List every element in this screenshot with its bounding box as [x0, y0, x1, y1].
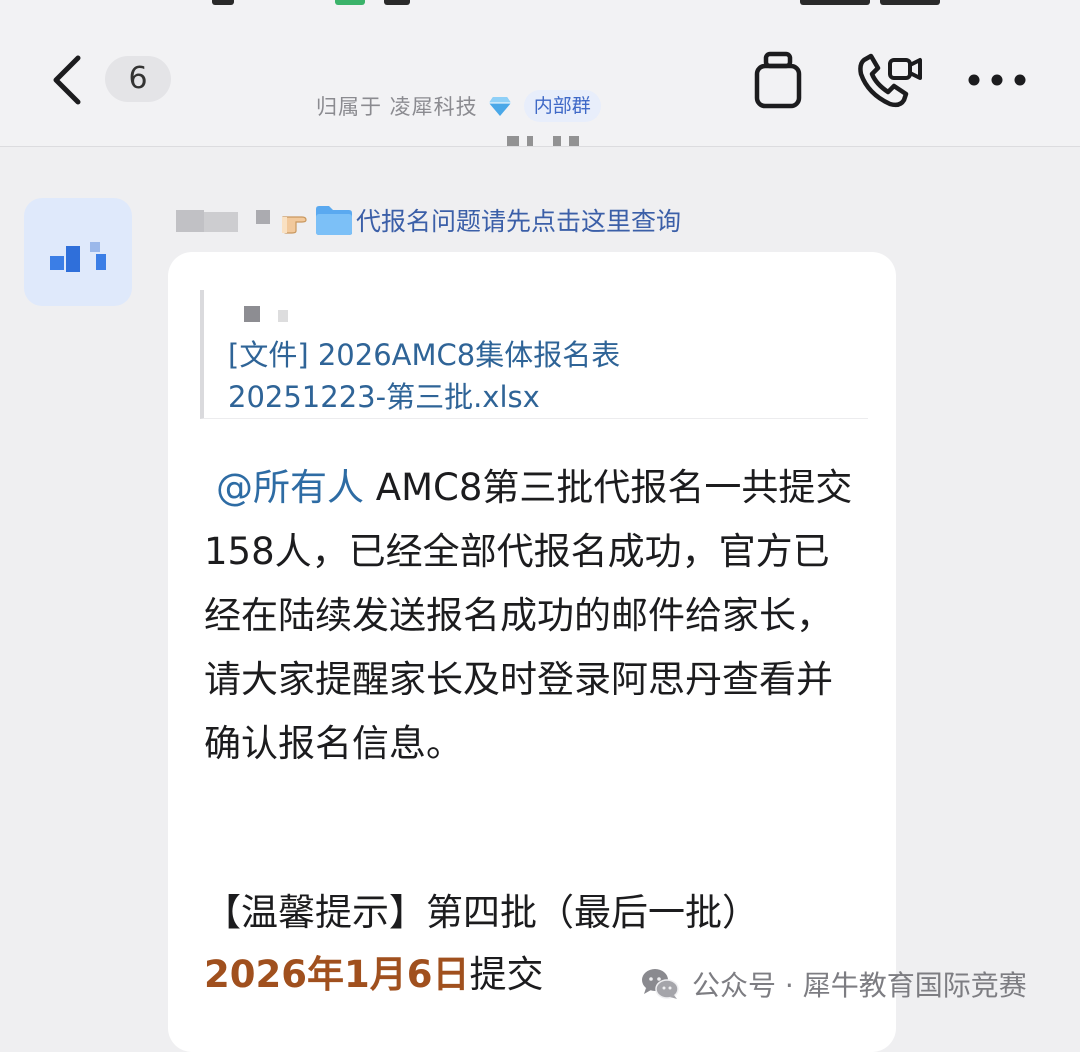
copy-button[interactable]: [752, 50, 804, 112]
unread-count-badge[interactable]: 6: [105, 56, 171, 102]
diamond-icon: [488, 97, 511, 116]
timestamp-obscured: [505, 136, 585, 148]
quoted-file-name: [文件] 2026AMC8集体报名表 20251223-第三批.xlsx: [228, 338, 621, 414]
call-button[interactable]: [854, 50, 924, 112]
message-body: @所有人 AMC8第三批代报名一共提交158人，已经全部代报名成功，官方已经在陆…: [204, 456, 864, 776]
mention-all[interactable]: @所有人: [216, 466, 364, 509]
chat-subtitle: 归属于 凌犀科技 内部群: [316, 88, 601, 124]
quoted-file-message[interactable]: [文件] 2026AMC8集体报名表 20251223-第三批.xlsx: [200, 290, 868, 419]
folder-icon: [316, 206, 352, 235]
sender-avatar[interactable]: [24, 198, 132, 306]
sender-name-obscured: [176, 200, 276, 240]
status-bar: [0, 0, 1080, 6]
more-horizontal-icon: [968, 74, 1026, 86]
watermark: 公众号 · 犀牛教育国际竞赛: [640, 958, 1027, 1010]
wechat-icon: [642, 969, 679, 999]
chat-header: 6 归属于 凌犀科技 内部群: [0, 0, 1080, 147]
watermark-text: 公众号 · 犀牛教育国际竞赛: [692, 969, 1027, 1002]
tip-date: 2026年1月6日: [204, 953, 470, 996]
back-button[interactable]: [40, 50, 96, 110]
sender-note-link[interactable]: 代报名问题请先点击这里查询: [356, 202, 681, 238]
org-label: 归属于 凌犀科技: [316, 95, 478, 119]
tip-suffix: 提交: [469, 953, 544, 996]
chat-title-obscured: [280, 42, 720, 84]
pointing-hand-icon: [282, 216, 307, 234]
quote-author-obscured: [240, 304, 290, 326]
clipboard-icon: [754, 51, 802, 109]
sender-line: 代报名问题请先点击这里查询: [176, 196, 681, 244]
chevron-left-icon: [53, 55, 81, 105]
message-text: AMC8第三批代报名一共提交158人，已经全部代报名成功，官方已经在陆续发送报名…: [204, 466, 853, 765]
internal-group-tag: 内部群: [523, 90, 601, 122]
phone-video-icon: [858, 53, 922, 108]
tip-prefix: 【温馨提示】第四批（最后一批）: [204, 891, 759, 934]
more-button[interactable]: [966, 66, 1028, 94]
